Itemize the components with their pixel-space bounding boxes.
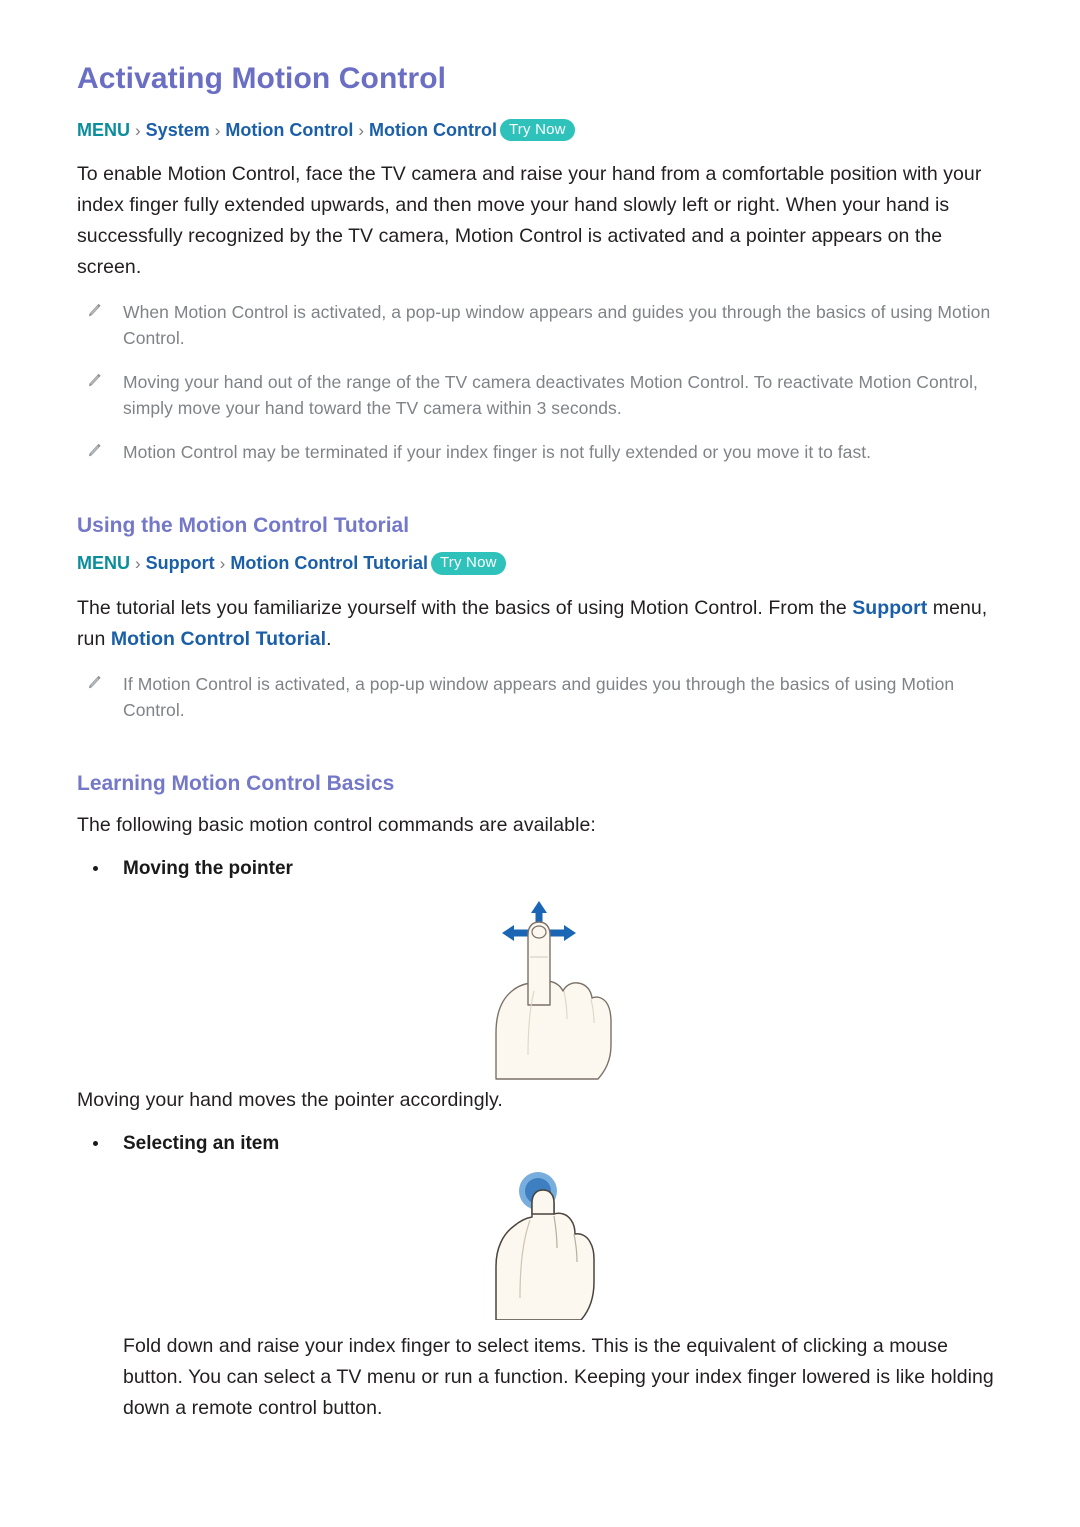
breadcrumb-item-motion-control[interactable]: Motion Control — [225, 120, 353, 140]
notes-list-tutorial: If Motion Control is activated, a pop-up… — [77, 671, 1002, 723]
chevron-right-icon: › — [219, 554, 226, 574]
note-text: When Motion Control is activated, a pop-… — [123, 302, 991, 349]
command-list: Moving the pointer — [77, 855, 1002, 883]
breadcrumb-item-support[interactable]: Support — [146, 553, 215, 573]
command-list-2: Selecting an item — [77, 1130, 1002, 1158]
breadcrumb-menu[interactable]: MENU — [77, 553, 130, 573]
paragraph-tail: . — [326, 628, 332, 651]
chevron-right-icon: › — [135, 120, 141, 140]
note-item: Moving your hand out of the range of the… — [77, 369, 1002, 421]
figure-hand-pointing-four-way-arrows — [77, 895, 1002, 1085]
document-page: Activating Motion Control MENU › System › Mo… — [0, 0, 1080, 1527]
section-activating-motion-control: Activating Motion Control MENU › System › Mo… — [77, 62, 1002, 465]
caption-moving-the-pointer: Moving your hand moves the pointer accor… — [77, 1089, 503, 1112]
paragraph-lead: The tutorial lets you familiarize yourse… — [77, 597, 853, 620]
note-item: Motion Control may be terminated if your… — [77, 439, 1002, 465]
list-item-moving-the-pointer: Moving the pointer — [77, 855, 1002, 883]
notes-list-activating: When Motion Control is activated, a pop-… — [77, 299, 1002, 465]
section-using-the-motion-control-tutorial: Using the Motion Control Tutorial MENU › S… — [77, 513, 1002, 723]
intro-paragraph: To enable Motion Control, face the TV ca… — [77, 163, 982, 279]
pencil-icon — [85, 302, 103, 320]
breadcrumb-motion-control-tutorial: MENU › Support › Motion Control Tutorial Try … — [77, 552, 1002, 577]
bullet-dot-icon — [93, 866, 98, 872]
breadcrumb-activating-motion-control: MENU › System › Motion Control › Motion Contro… — [77, 118, 1002, 144]
tutorial-paragraph: The tutorial lets you familiarize yourse… — [77, 593, 1002, 655]
caption-selecting-an-item: Fold down and raise your index finger to… — [123, 1335, 994, 1420]
link-motion-control-tutorial[interactable]: Motion Control Tutorial — [111, 628, 326, 650]
breadcrumb-menu[interactable]: MENU — [77, 120, 130, 140]
chevron-right-icon: › — [214, 120, 221, 140]
breadcrumb-item-motion-control-2[interactable]: Motion Control — [369, 120, 497, 140]
pencil-icon — [85, 442, 103, 460]
section-title-basics: Learning Motion Control Basics — [77, 772, 395, 796]
note-text: Moving your hand out of the range of the… — [123, 372, 978, 419]
section-learning-motion-control-basics: Learning Motion Control Basics The follo… — [77, 771, 1002, 1424]
try-now-badge[interactable]: Try Now — [500, 118, 575, 142]
bullet-dot-icon — [93, 1141, 98, 1147]
section-title-tutorial: Using the Motion Control Tutorial — [77, 514, 410, 538]
document-content: Activating Motion Control MENU › System › Mo… — [77, 62, 1002, 1432]
pencil-icon — [85, 372, 103, 390]
chevron-right-icon: › — [358, 120, 365, 140]
note-item: If Motion Control is activated, a pop-up… — [77, 671, 1002, 723]
basics-intro: The following basic motion control comma… — [77, 814, 596, 837]
note-text: Motion Control may be terminated if your… — [123, 442, 872, 463]
breadcrumb-item-system[interactable]: System — [146, 120, 210, 140]
note-item: When Motion Control is activated, a pop-… — [77, 299, 1002, 351]
list-item-selecting-an-item: Selecting an item — [77, 1130, 1002, 1158]
chevron-right-icon: › — [135, 554, 141, 574]
command-label: Selecting an item — [123, 1133, 280, 1155]
pencil-icon — [85, 674, 103, 692]
breadcrumb-item-motion-control-tutorial[interactable]: Motion Control Tutorial — [230, 553, 428, 573]
figure-hand-folded-finger-tap — [77, 1170, 1002, 1325]
link-support[interactable]: Support — [852, 597, 927, 619]
try-now-badge[interactable]: Try Now — [430, 552, 506, 576]
note-text: If Motion Control is activated, a pop-up… — [123, 674, 955, 721]
command-label: Moving the pointer — [123, 858, 293, 880]
page-title: Activating Motion Control — [77, 62, 447, 95]
